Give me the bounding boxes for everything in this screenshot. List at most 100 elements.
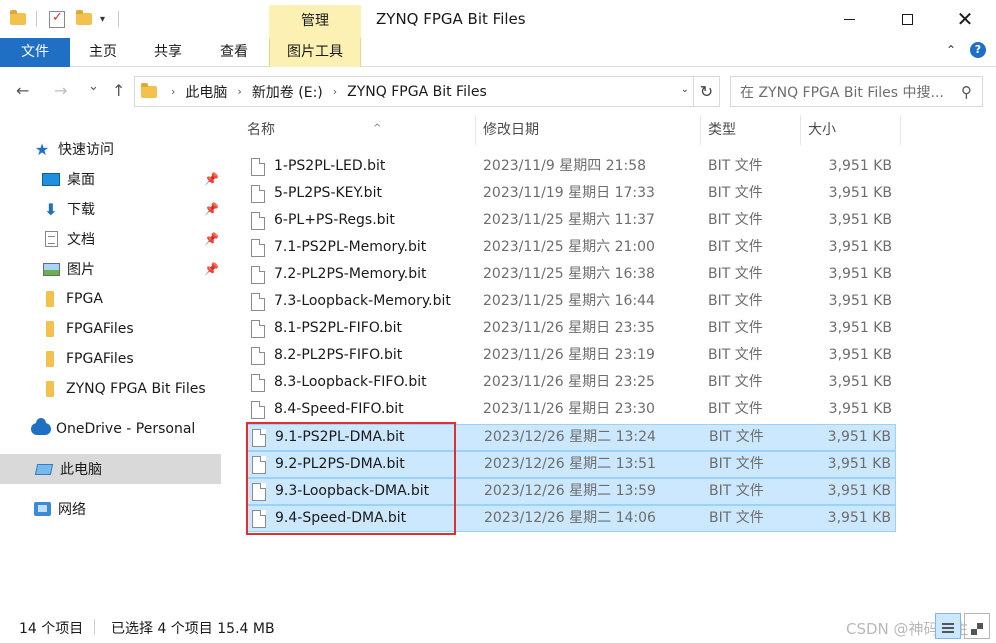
minimize-icon bbox=[843, 18, 855, 20]
sidebar-item-downloads[interactable]: ⬇ 下载 📌 bbox=[0, 194, 221, 224]
help-icon[interactable]: ? bbox=[970, 42, 986, 58]
refresh-button[interactable]: ↻ bbox=[694, 76, 720, 107]
sidebar-item-zynq-bit-files[interactable]: ZYNQ FPGA Bit Files bbox=[0, 374, 221, 404]
column-divider[interactable] bbox=[900, 115, 901, 145]
file-type: BIT 文件 bbox=[708, 158, 763, 174]
chevron-right-icon[interactable]: › bbox=[333, 85, 337, 98]
tab-picture-tools[interactable]: 图片工具 bbox=[269, 38, 361, 67]
file-date: 2023/12/26 星期二 13:59 bbox=[484, 483, 656, 499]
this-pc-icon bbox=[34, 461, 54, 477]
tab-home[interactable]: 主页 bbox=[77, 38, 129, 67]
table-row[interactable]: 8.3-Loopback-FIFO.bit 2023/11/26 星期日 23:2… bbox=[247, 370, 896, 397]
toolbar-divider bbox=[36, 11, 37, 27]
recent-locations-button[interactable]: ⌄ bbox=[88, 79, 99, 94]
sidebar-item-label: 下载 bbox=[67, 202, 95, 218]
close-button[interactable]: ✕ bbox=[936, 0, 994, 38]
tab-view[interactable]: 查看 bbox=[206, 38, 262, 67]
navigation-bar: ← → ⌄ ↑ › 此电脑 › 新加卷 (E:) › ZYNQ FPGA Bit… bbox=[0, 67, 996, 115]
file-size: 3,951 KB bbox=[828, 320, 892, 336]
minimize-button[interactable] bbox=[820, 0, 878, 38]
folder-icon bbox=[41, 351, 59, 367]
tab-file[interactable]: 文件 bbox=[0, 38, 70, 67]
sidebar-item-label: 文档 bbox=[67, 232, 95, 248]
onedrive-icon bbox=[31, 418, 51, 437]
collapse-ribbon-button[interactable]: ⌃ bbox=[946, 43, 956, 57]
ribbon: 文件 主页 共享 查看 图片工具 ⌃ ? bbox=[0, 38, 996, 67]
table-row[interactable]: 1-PS2PL-LED.bit 2023/11/9 星期四 21:58 BIT 文件… bbox=[247, 154, 896, 181]
pin-icon[interactable]: 📌 bbox=[204, 202, 219, 216]
sidebar-item-fpgafiles-2[interactable]: FPGAFiles bbox=[0, 344, 221, 374]
annotation-highlight-box bbox=[246, 422, 456, 535]
table-row[interactable]: 6-PL+PS-Regs.bit 2023/11/25 星期六 11:37 BIT … bbox=[247, 208, 896, 235]
file-size: 3,951 KB bbox=[828, 374, 892, 390]
file-type: BIT 文件 bbox=[708, 401, 763, 417]
sidebar-item-onedrive[interactable]: OneDrive - Personal bbox=[0, 414, 221, 444]
sidebar-item-quick-access[interactable]: ★ 快速访问 bbox=[0, 134, 221, 164]
column-header-date[interactable]: 修改日期 bbox=[480, 115, 698, 145]
search-icon[interactable]: ⚲ bbox=[961, 83, 972, 101]
properties-button[interactable] bbox=[49, 8, 65, 30]
breadcrumb-current-folder[interactable]: ZYNQ FPGA Bit Files bbox=[347, 84, 487, 100]
large-icons-view-button[interactable] bbox=[964, 613, 990, 639]
folder-icon bbox=[41, 321, 59, 337]
file-date: 2023/11/25 星期六 21:00 bbox=[483, 239, 655, 255]
maximize-button[interactable] bbox=[878, 0, 936, 38]
address-bar[interactable]: › 此电脑 › 新加卷 (E:) › ZYNQ FPGA Bit Files ⌄ bbox=[134, 76, 694, 107]
sidebar-item-documents[interactable]: 文档 📌 bbox=[0, 224, 221, 254]
search-box[interactable]: 在 ZYNQ FPGA Bit Files 中搜... ⚲ bbox=[730, 76, 983, 107]
file-type: BIT 文件 bbox=[708, 374, 763, 390]
selection-info: 已选择 4 个项目 15.4 MB bbox=[111, 621, 275, 637]
table-row[interactable]: 8.1-PS2PL-FIFO.bit 2023/11/26 星期日 23:35 BI… bbox=[247, 316, 896, 343]
column-header-name[interactable]: 名称 ^ bbox=[244, 115, 475, 145]
sidebar-item-desktop[interactable]: 桌面 📌 bbox=[0, 164, 221, 194]
table-row[interactable]: 7.2-PL2PS-Memory.bit 2023/11/25 星期六 16:38… bbox=[247, 262, 896, 289]
tab-share[interactable]: 共享 bbox=[140, 38, 196, 67]
manage-context-tab[interactable]: 管理 bbox=[269, 5, 361, 38]
column-divider[interactable] bbox=[475, 115, 476, 145]
file-date: 2023/11/26 星期日 23:35 bbox=[483, 320, 655, 336]
sidebar-item-this-pc[interactable]: 此电脑 bbox=[0, 454, 221, 484]
chevron-right-icon[interactable]: › bbox=[171, 85, 175, 98]
folder-icon bbox=[41, 291, 59, 307]
breadcrumb-drive[interactable]: 新加卷 (E:) bbox=[252, 82, 323, 102]
sidebar-item-fpga[interactable]: FPGA bbox=[0, 284, 221, 314]
column-header-type[interactable]: 类型 bbox=[705, 115, 800, 145]
column-divider[interactable] bbox=[800, 115, 801, 145]
address-dropdown-icon[interactable]: ⌄ bbox=[681, 84, 689, 95]
chevron-down-icon: ▾ bbox=[100, 13, 106, 25]
file-icon bbox=[251, 185, 265, 203]
sidebar-item-label: 网络 bbox=[58, 502, 86, 518]
sidebar-item-network[interactable]: 网络 bbox=[0, 494, 221, 524]
file-date: 2023/11/9 星期四 21:58 bbox=[483, 158, 647, 174]
forward-button[interactable]: → bbox=[54, 81, 67, 100]
sidebar-item-pictures[interactable]: 图片 📌 bbox=[0, 254, 221, 284]
new-folder-button[interactable] bbox=[76, 8, 92, 30]
sidebar-item-fpgafiles[interactable]: FPGAFiles bbox=[0, 314, 221, 344]
table-row[interactable]: 5-PL2PS-KEY.bit 2023/11/19 星期日 17:33 BIT 文… bbox=[247, 181, 896, 208]
breadcrumb-this-pc[interactable]: 此电脑 bbox=[185, 82, 227, 102]
title-bar: ▾ 管理 ZYNQ FPGA Bit Files ✕ bbox=[0, 0, 996, 38]
file-icon bbox=[251, 401, 265, 419]
table-row[interactable]: 7.1-PS2PL-Memory.bit 2023/11/25 星期六 21:00… bbox=[247, 235, 896, 262]
file-size: 3,951 KB bbox=[828, 401, 892, 417]
column-divider[interactable] bbox=[700, 115, 701, 145]
pin-icon[interactable]: 📌 bbox=[204, 232, 219, 246]
pin-icon[interactable]: 📌 bbox=[204, 262, 219, 276]
file-size: 3,951 KB bbox=[828, 212, 892, 228]
file-size: 3,951 KB bbox=[828, 185, 892, 201]
refresh-icon: ↻ bbox=[699, 82, 714, 101]
chevron-right-icon[interactable]: › bbox=[237, 85, 241, 98]
table-row[interactable]: 8.4-Speed-FIFO.bit 2023/11/26 星期日 23:30 BI… bbox=[247, 397, 896, 424]
search-input[interactable]: 在 ZYNQ FPGA Bit Files 中搜... bbox=[740, 82, 944, 102]
details-view-button[interactable] bbox=[935, 613, 961, 639]
column-header-size[interactable]: 大小 bbox=[805, 115, 900, 145]
customize-toolbar-button[interactable]: ▾ bbox=[100, 8, 105, 30]
table-row[interactable]: 8.2-PL2PS-FIFO.bit 2023/11/26 星期日 23:19 BI… bbox=[247, 343, 896, 370]
up-button[interactable]: ↑ bbox=[112, 81, 125, 100]
desktop-icon bbox=[42, 171, 60, 187]
file-size: 3,951 KB bbox=[828, 347, 892, 363]
download-icon: ⬇ bbox=[44, 199, 58, 219]
pin-icon[interactable]: 📌 bbox=[204, 172, 219, 186]
table-row[interactable]: 7.3-Loopback-Memory.bit 2023/11/25 星期六 16… bbox=[247, 289, 896, 316]
back-button[interactable]: ← bbox=[16, 81, 29, 100]
